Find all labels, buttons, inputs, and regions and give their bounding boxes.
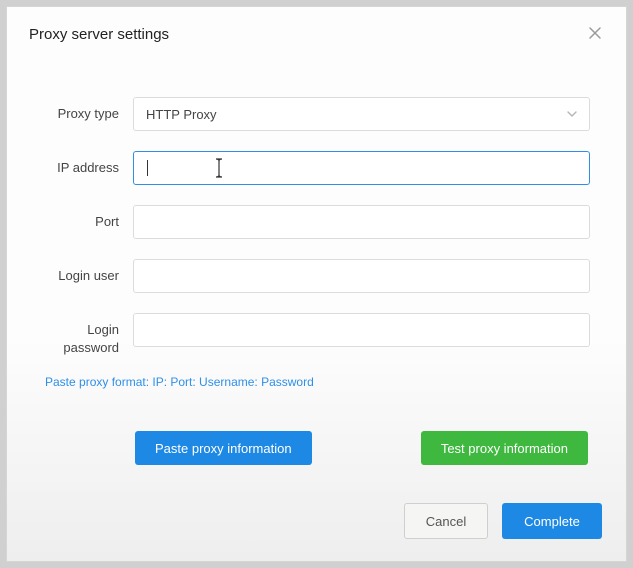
action-row: Paste proxy information Test proxy infor… xyxy=(43,389,590,465)
row-login-user: Login user xyxy=(43,259,590,293)
login-user-input[interactable] xyxy=(133,259,590,293)
port-input[interactable] xyxy=(133,205,590,239)
proxy-settings-dialog: Proxy server settings Proxy type HTTP Pr… xyxy=(6,6,627,562)
ip-address-input[interactable] xyxy=(133,151,590,185)
login-password-label: Login password xyxy=(43,313,133,357)
text-caret xyxy=(147,160,148,176)
row-proxy-type: Proxy type HTTP Proxy xyxy=(43,97,590,131)
login-user-label: Login user xyxy=(43,267,133,285)
titlebar: Proxy server settings xyxy=(7,7,626,57)
login-password-input[interactable] xyxy=(133,313,590,347)
cancel-button[interactable]: Cancel xyxy=(404,503,488,539)
complete-button[interactable]: Complete xyxy=(502,503,602,539)
paste-format-hint: Paste proxy format: IP: Port: Username: … xyxy=(45,375,590,389)
row-port: Port xyxy=(43,205,590,239)
proxy-type-label: Proxy type xyxy=(43,105,133,123)
proxy-type-selected: HTTP Proxy xyxy=(133,97,590,131)
ip-address-label: IP address xyxy=(43,159,133,177)
test-proxy-button[interactable]: Test proxy information xyxy=(421,431,588,465)
proxy-type-select[interactable]: HTTP Proxy xyxy=(133,97,590,131)
close-button[interactable] xyxy=(584,21,606,47)
footer: Cancel Complete xyxy=(7,503,626,561)
row-login-password: Login password xyxy=(43,313,590,357)
row-ip-address: IP address xyxy=(43,151,590,185)
paste-proxy-button[interactable]: Paste proxy information xyxy=(135,431,312,465)
port-label: Port xyxy=(43,213,133,231)
close-icon xyxy=(588,24,602,44)
dialog-title: Proxy server settings xyxy=(29,26,169,43)
form-area: Proxy type HTTP Proxy IP address xyxy=(7,57,626,503)
